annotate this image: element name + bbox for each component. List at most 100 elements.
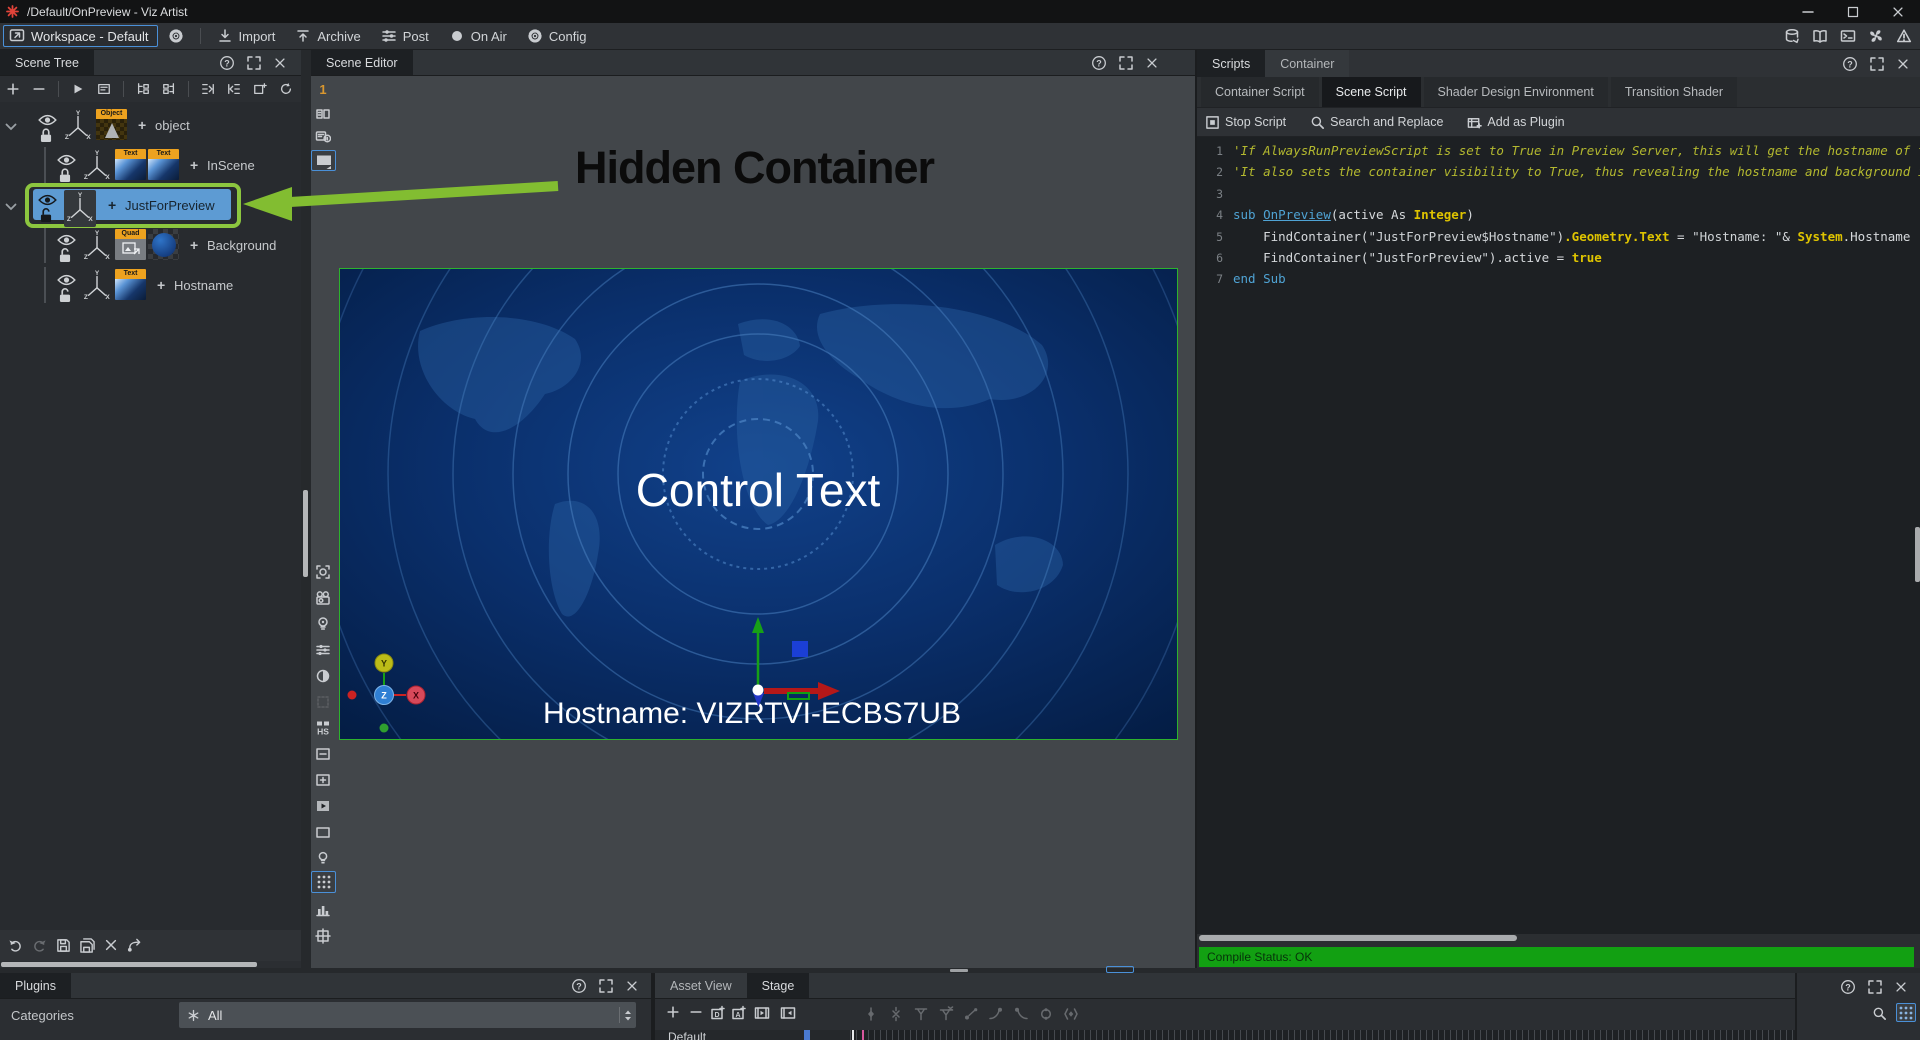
- fan-icon[interactable]: [1868, 28, 1884, 44]
- expand-icon[interactable]: [1118, 55, 1134, 71]
- axis-tripod-icon[interactable]: YZX: [83, 150, 111, 183]
- tab-scripts[interactable]: Scripts: [1197, 50, 1265, 77]
- remove-icon[interactable]: [689, 1005, 703, 1019]
- maximize-button[interactable]: [1830, 0, 1875, 23]
- script-editor[interactable]: 1'If AlwaysRunPreviewScript is set to Tr…: [1197, 137, 1920, 935]
- playhead[interactable]: [862, 1030, 864, 1040]
- note-icon[interactable]: [97, 82, 111, 96]
- code-line-5[interactable]: 5 FindContainer("JustForPreview$Hostname…: [1197, 229, 1920, 250]
- add-action-icon[interactable]: A: [731, 1005, 747, 1021]
- add-icon[interactable]: [6, 82, 20, 96]
- add-child-icon[interactable]: +: [190, 237, 198, 253]
- contrast-icon[interactable]: [313, 666, 333, 686]
- code-line-1[interactable]: 1'If AlwaysRunPreviewScript is set to Tr…: [1197, 143, 1920, 164]
- thumbnail-text[interactable]: Text: [115, 149, 146, 180]
- title-area-icon[interactable]: [313, 744, 333, 764]
- layout-icon[interactable]: [313, 104, 333, 124]
- dot-keyframe-icon[interactable]: [963, 1006, 979, 1022]
- thumbnail-text[interactable]: Text: [115, 269, 146, 300]
- tab-stage[interactable]: Stage: [747, 973, 810, 998]
- add-director-icon[interactable]: D: [710, 1005, 726, 1021]
- search-replace-button[interactable]: Search and Replace: [1310, 115, 1443, 130]
- visibility-eye-icon[interactable]: [57, 274, 76, 289]
- close-icon[interactable]: [625, 979, 639, 993]
- refresh-icon[interactable]: [279, 82, 293, 96]
- visibility-eye-icon[interactable]: [38, 194, 57, 209]
- unlock-icon[interactable]: [59, 248, 71, 266]
- performance-icon[interactable]: [313, 900, 333, 920]
- tree-item-label[interactable]: Hostname: [174, 278, 233, 293]
- tree-editor-splitter[interactable]: [301, 50, 311, 968]
- thumbnail-globe[interactable]: [148, 229, 179, 260]
- redo-branch-icon[interactable]: [127, 938, 142, 953]
- post-button[interactable]: Post: [371, 23, 439, 49]
- book-icon[interactable]: [1812, 28, 1828, 44]
- splitter-grip[interactable]: [950, 969, 968, 972]
- green-dot-handle[interactable]: [380, 724, 389, 733]
- add-child-icon[interactable]: +: [108, 197, 116, 213]
- jump-start-icon[interactable]: [780, 1005, 796, 1021]
- unlock-icon[interactable]: [59, 288, 71, 306]
- save-as-icon[interactable]: [80, 938, 95, 953]
- code-line-2[interactable]: 2'It also sets the container visibility …: [1197, 164, 1920, 185]
- curve-in-icon[interactable]: [988, 1006, 1004, 1022]
- close-icon[interactable]: [1145, 56, 1159, 70]
- delete-icon[interactable]: [104, 938, 118, 952]
- filter-clear-icon[interactable]: [938, 1006, 954, 1022]
- tree-item-InScene[interactable]: YZXTextText+InScene: [0, 145, 301, 185]
- subtab-shader-design-environment[interactable]: Shader Design Environment: [1424, 77, 1608, 107]
- code-line-7[interactable]: 7end Sub: [1197, 271, 1920, 292]
- red-dot-handle[interactable]: [348, 691, 357, 700]
- axis-tripod-icon[interactable]: YZX: [64, 190, 96, 227]
- undo-icon[interactable]: [8, 938, 23, 953]
- filter-icon[interactable]: [913, 1006, 929, 1022]
- minimize-button[interactable]: [1785, 0, 1830, 23]
- scene-tree-tab[interactable]: Scene Tree: [0, 50, 94, 75]
- keyframe-icon[interactable]: [863, 1006, 879, 1022]
- expand-icon[interactable]: [1869, 56, 1885, 72]
- camera-target-icon[interactable]: [313, 562, 333, 582]
- import-button[interactable]: Import: [207, 23, 286, 49]
- code-line-6[interactable]: 6 FindContainer("JustForPreview").active…: [1197, 250, 1920, 271]
- preview-monitor-icon[interactable]: [314, 151, 334, 171]
- safe-area-icon[interactable]: [313, 770, 333, 790]
- tree-item-label[interactable]: object: [155, 118, 190, 133]
- tree-item-JustForPreview[interactable]: YZX+JustForPreview: [0, 185, 301, 225]
- add-icon[interactable]: [666, 1005, 680, 1019]
- add-child-icon[interactable]: +: [190, 157, 198, 173]
- info-icon[interactable]: [313, 127, 333, 147]
- subtab-scene-script[interactable]: Scene Script: [1322, 77, 1421, 107]
- code-line-3[interactable]: 3: [1197, 186, 1920, 207]
- save-icon[interactable]: [56, 938, 71, 953]
- grid-toggle-button[interactable]: [1896, 1003, 1916, 1022]
- workspace-button[interactable]: Workspace - Default: [3, 25, 158, 47]
- visibility-eye-icon[interactable]: [38, 114, 57, 129]
- scene-editor-tab[interactable]: Scene Editor: [311, 50, 413, 75]
- splitter-grip-active[interactable]: [1106, 966, 1134, 973]
- close-icon[interactable]: [1894, 980, 1908, 994]
- subtab-container-script[interactable]: Container Script: [1201, 77, 1319, 107]
- curve-out-icon[interactable]: [1013, 1006, 1029, 1022]
- thumbnail-object[interactable]: Object: [96, 109, 127, 140]
- axis-tripod-icon[interactable]: YZX: [64, 110, 92, 143]
- add-child-icon[interactable]: +: [157, 277, 165, 293]
- thumbnail-text[interactable]: Text: [148, 149, 179, 180]
- chevron-down-icon[interactable]: [5, 119, 17, 134]
- layers-icon[interactable]: [313, 640, 333, 660]
- thumbnail-quad[interactable]: Quad: [115, 229, 146, 260]
- help-icon[interactable]: ?: [571, 978, 587, 994]
- bound-box-icon[interactable]: [313, 692, 333, 712]
- tree-item-Background[interactable]: YZXQuad+Background: [0, 225, 301, 265]
- tree-item-label[interactable]: Background: [207, 238, 276, 253]
- lamp-icon[interactable]: [313, 614, 333, 634]
- timeline-ruler[interactable]: [850, 1030, 1795, 1040]
- chevron-down-icon[interactable]: [5, 199, 17, 214]
- remove-icon[interactable]: [32, 82, 46, 96]
- add-box-icon[interactable]: [253, 82, 267, 96]
- snap-grid-icon[interactable]: [313, 926, 333, 944]
- console-icon[interactable]: [1840, 28, 1856, 44]
- visibility-eye-icon[interactable]: [57, 154, 76, 169]
- add-child-icon[interactable]: +: [138, 117, 146, 133]
- tab-asset-view[interactable]: Asset View: [655, 973, 747, 998]
- categories-dropdown[interactable]: All: [179, 1002, 636, 1028]
